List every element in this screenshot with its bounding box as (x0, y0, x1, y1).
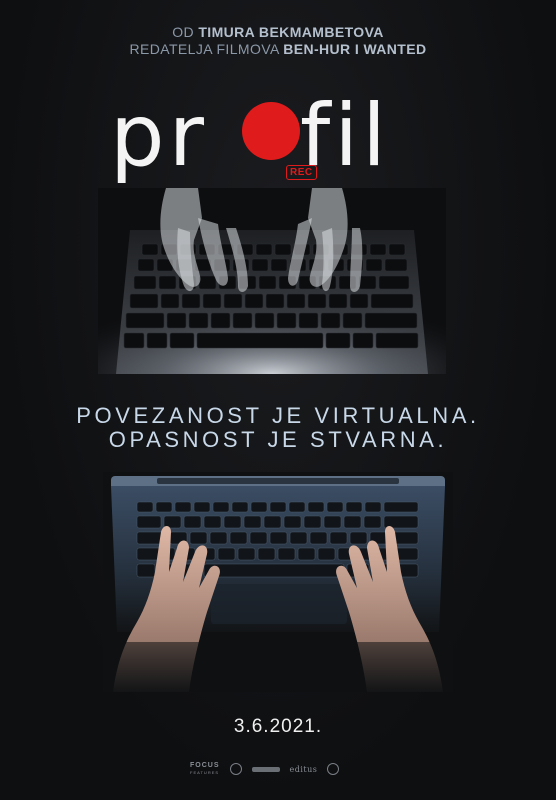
tagline-line-2: OPASNOST JE STVARNA. (108, 427, 448, 452)
credit-prefix: OD (172, 24, 195, 40)
movie-poster: OD TIMURA BEKMAMBETOVA REDATELJA FILMOVA… (0, 0, 556, 800)
focus-logo-word: FOCUS (190, 762, 220, 769)
title-part-pr: pr (110, 86, 208, 186)
record-dot-icon (242, 102, 300, 160)
studio-emblem-icon (229, 763, 242, 775)
films-names: BEN-HUR I WANTED (283, 41, 427, 57)
studio-bar-logo-icon (251, 766, 280, 772)
films-credit: REDATELJA FILMOVA BEN-HUR I WANTED (0, 41, 556, 57)
rec-badge: REC (286, 165, 317, 180)
release-date: 3.6.2021. (233, 716, 323, 737)
laptop-top-image (98, 188, 446, 374)
director-credit: OD TIMURA BEKMAMBETOVA (0, 24, 556, 40)
laptop-bottom-image (103, 472, 453, 692)
films-prefix: REDATELJA FILMOVA (129, 41, 279, 57)
focus-logo-sub: FEATURES (190, 770, 220, 775)
editus-logo: editus (289, 764, 318, 774)
focus-features-logo: FOCUS FEATURES (190, 762, 220, 776)
distributor-logos: FOCUS FEATURES editus (190, 760, 370, 778)
tagline-line-1: POVEZANOST JE VIRTUALNA. (76, 403, 480, 428)
movie-title: pr fil (110, 86, 450, 186)
globe-logo-icon (327, 763, 340, 775)
director-name: TIMURA BEKMAMBETOVA (198, 24, 384, 40)
